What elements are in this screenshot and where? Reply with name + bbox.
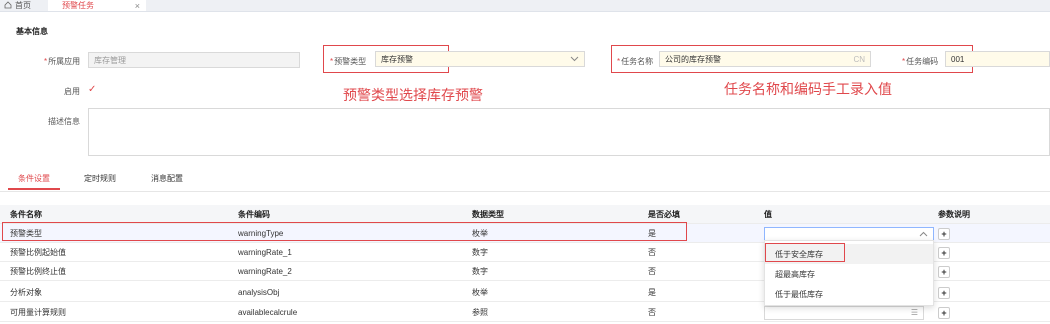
desc-label: 描述信息 [48, 117, 80, 126]
cell-required: 否 [648, 248, 656, 257]
home-icon [4, 0, 12, 11]
option-below-min[interactable]: 低于最低库存 [765, 284, 933, 304]
type-annotation: 预警类型选择库存预警 [343, 87, 483, 103]
type-label: *预警类型 [330, 57, 367, 66]
chevron-down-icon [570, 55, 579, 64]
name-input[interactable]: 公司的库存预警 CN [659, 51, 871, 67]
add-param-button[interactable]: + [938, 246, 950, 259]
cell-type: 数字 [472, 248, 488, 257]
tab-home[interactable]: 首页 [0, 0, 52, 11]
col-param: 参数说明 [938, 210, 970, 219]
tab-schedule[interactable]: 定时规则 [84, 173, 116, 184]
cell-name: 预警比例终止值 [10, 267, 66, 276]
option-highlight [765, 243, 845, 262]
cell-name: 分析对象 [10, 288, 42, 297]
tab-condition[interactable]: 条件设置 [18, 173, 50, 184]
add-param-button[interactable]: + [938, 227, 950, 240]
tab-bar [0, 0, 1050, 12]
cell-name: 预警比例起始值 [10, 248, 66, 257]
cell-code: warningRate_1 [238, 248, 292, 257]
cell-type: 参照 [472, 308, 488, 317]
name-annotation: 任务名称和编码手工录入值 [724, 81, 892, 97]
chevron-up-icon [919, 231, 928, 236]
cell-required: 是 [648, 288, 656, 297]
enable-label: 启用 [64, 87, 80, 96]
cell-required: 否 [648, 308, 656, 317]
language-tag: CN [853, 54, 865, 64]
cell-code: warningRate_2 [238, 267, 292, 276]
tab-message[interactable]: 消息配置 [151, 173, 183, 184]
ref-input[interactable]: ☰ [764, 305, 924, 320]
cell-name: 可用量计算规则 [10, 308, 66, 317]
cell-required: 否 [648, 267, 656, 276]
type-select[interactable]: 库存预警 [375, 51, 585, 67]
app-label: *所属应用 [44, 57, 81, 66]
close-icon[interactable]: × [135, 1, 140, 11]
list-icon: ☰ [910, 308, 918, 317]
cell-code: availablecalcrule [238, 308, 298, 317]
add-param-button[interactable]: + [938, 286, 950, 299]
tab-home-label: 首页 [15, 1, 31, 10]
section-title: 基本信息 [16, 27, 48, 36]
cell-code: analysisObj [238, 288, 280, 297]
cell-type: 枚举 [472, 288, 488, 297]
app-field: 库存管理 [88, 52, 300, 68]
add-param-button[interactable]: + [938, 265, 950, 278]
active-tab-indicator [8, 188, 60, 190]
row-highlight [2, 222, 687, 241]
tab-warning-task-label: 预警任务 [62, 1, 94, 10]
option-over-max[interactable]: 超最高库存 [765, 264, 933, 284]
value-select[interactable] [764, 226, 934, 241]
cell-type: 数字 [472, 267, 488, 276]
enable-checkbox[interactable]: ✓ [88, 84, 96, 95]
tab-warning-task[interactable]: 预警任务 × [48, 0, 146, 11]
name-label: *任务名称 [617, 57, 654, 66]
code-label: *任务编码 [902, 57, 939, 66]
code-input[interactable]: 001 [945, 51, 1050, 67]
col-value: 值 [764, 210, 772, 219]
add-param-button[interactable]: + [938, 306, 950, 319]
desc-textarea[interactable] [88, 108, 1050, 156]
